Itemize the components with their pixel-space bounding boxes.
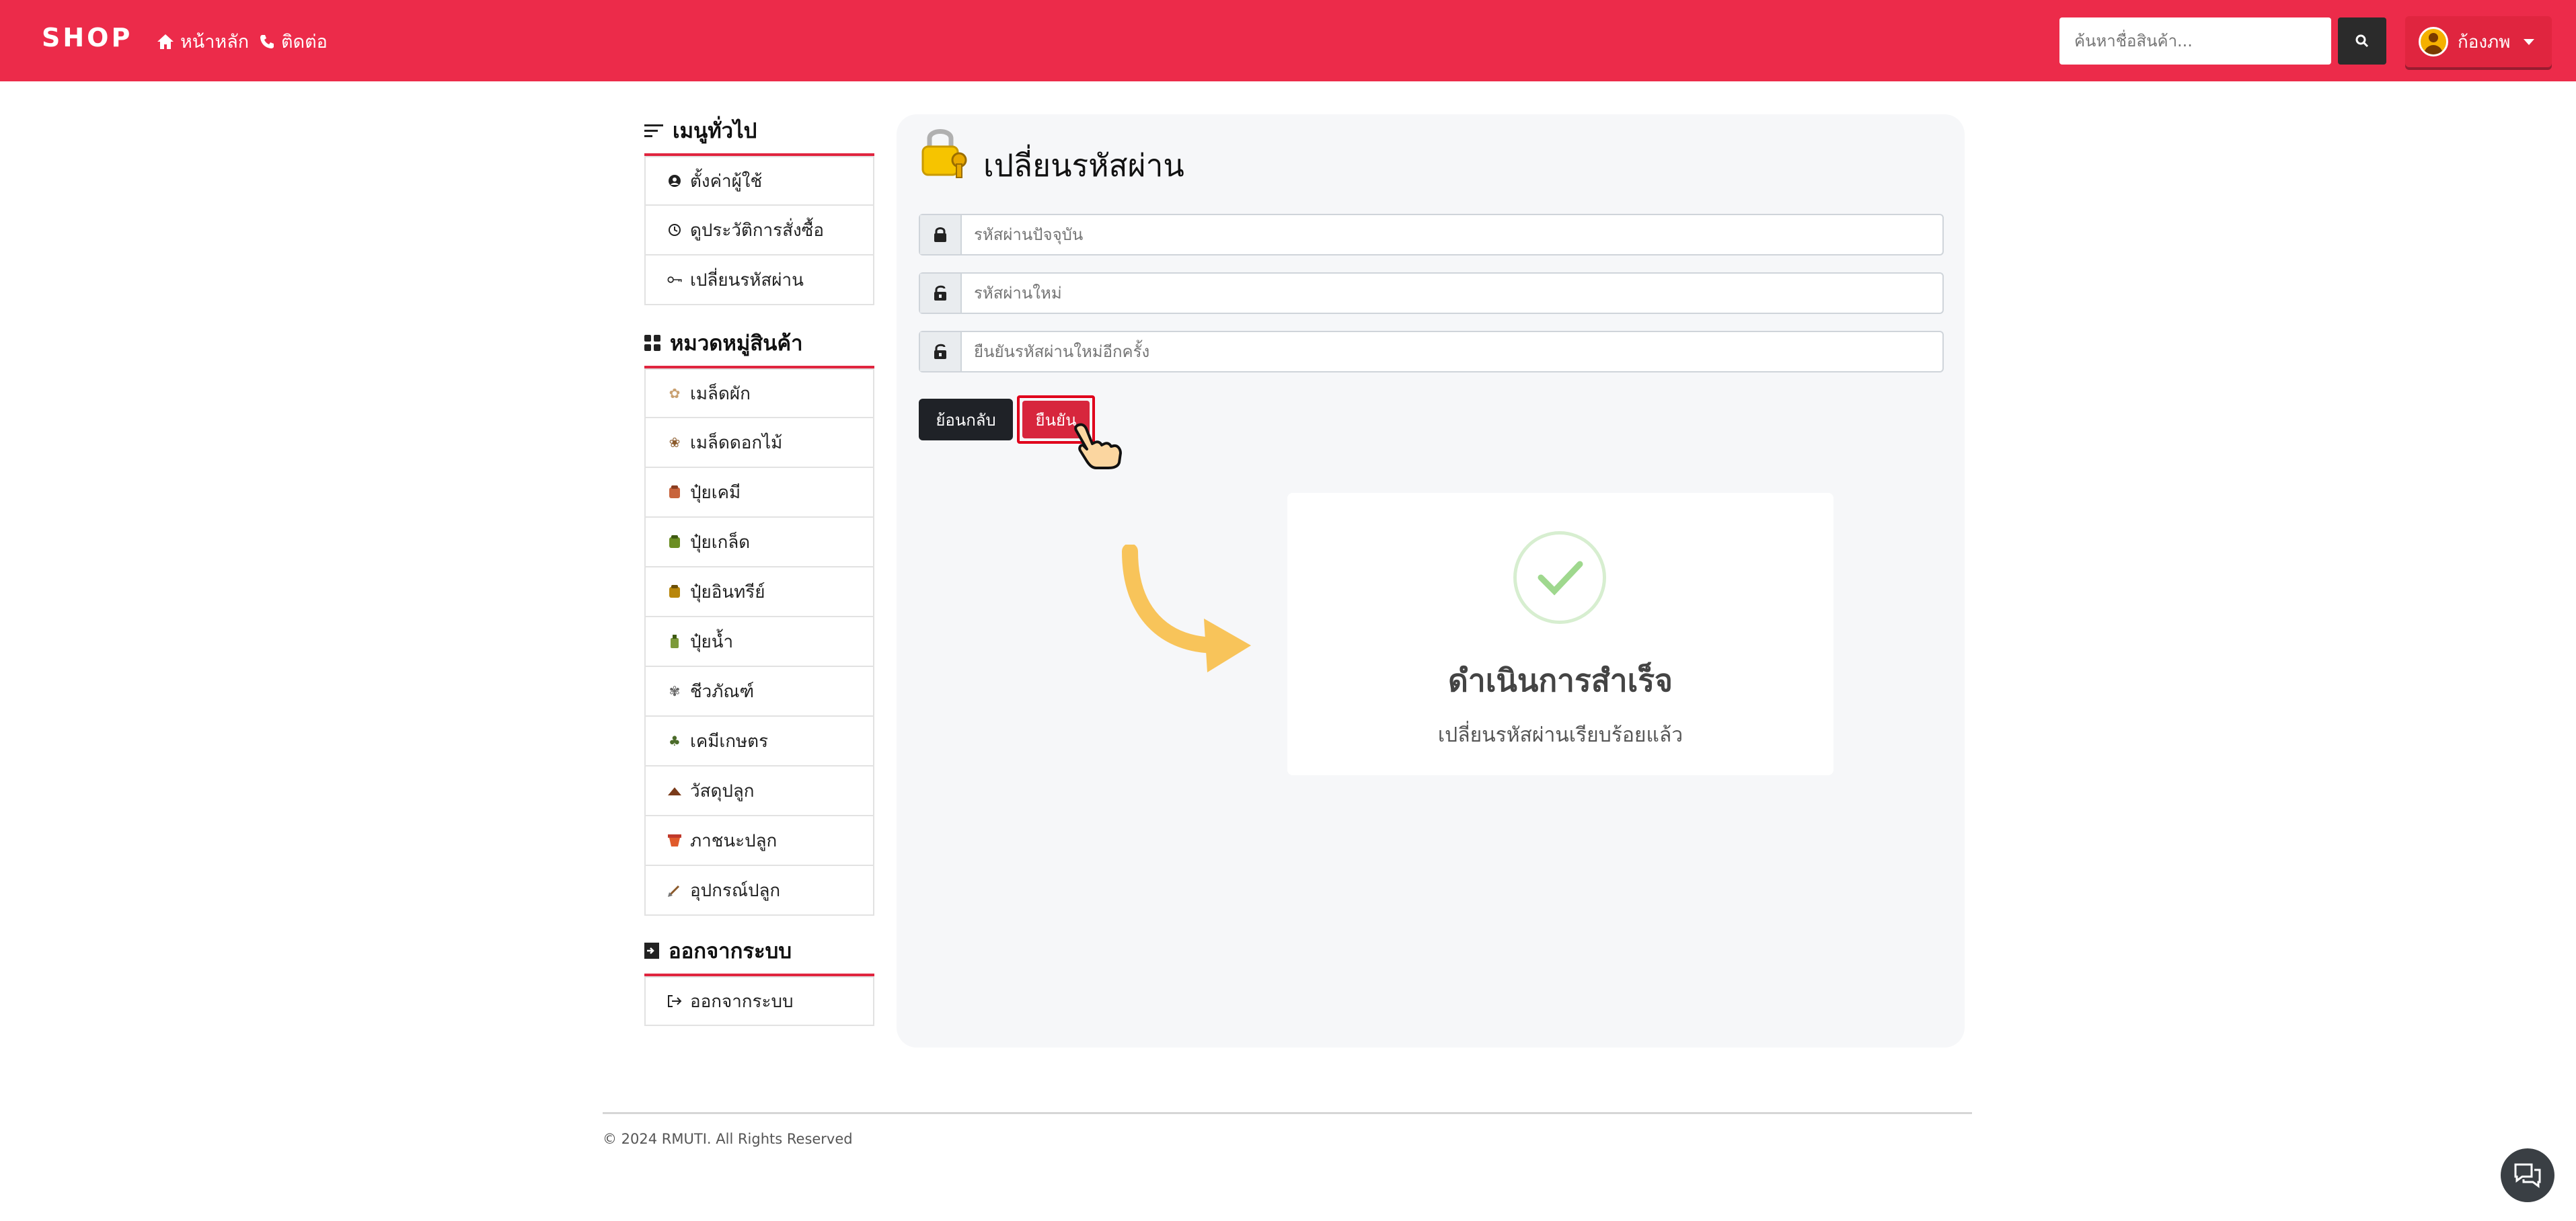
- success-message: เปลี่ยนรหัสผ่านเรียบร้อยแล้ว: [1437, 723, 1683, 747]
- new-password-field: [919, 272, 1944, 314]
- sidebar-item-label: ชีวภัณฑ์: [690, 681, 755, 702]
- sidebar-item-user-settings[interactable]: ตั้งค่าผู้ใช้: [644, 156, 874, 206]
- sidebar-general-title: เมนูทั่วไป: [673, 119, 757, 143]
- sidebar-item-growing-media[interactable]: วัสดุปลูก: [644, 766, 874, 816]
- seeds-icon: ✿: [669, 385, 681, 401]
- sidebar-item-flake-fertilizer[interactable]: ปุ๋ยเกล็ด: [644, 518, 874, 567]
- footer-divider: [603, 1112, 1972, 1114]
- unlock-icon: [920, 332, 962, 371]
- sidebar-item-label: ปุ๋ยน้ำ: [690, 631, 734, 652]
- navbar: SHOP หน้าหลัก ติดต่อ ก้องภพ: [0, 0, 2576, 81]
- sprayer-icon: ♣: [669, 733, 681, 749]
- sidebar-item-label: ออกจากระบบ: [690, 991, 794, 1012]
- pointing-hand-icon: [1074, 423, 1122, 469]
- current-password-input[interactable]: [962, 215, 1942, 254]
- sidebar-item-liquid-fertilizer[interactable]: ปุ๋ยน้ำ: [644, 617, 874, 667]
- current-password-field: [919, 214, 1944, 255]
- fertilizer-bag-icon: [667, 485, 682, 500]
- sidebar-logout-list: ออกจากระบบ: [644, 976, 874, 1026]
- page-title: เปลี่ยนรหัสผ่าน: [983, 147, 1184, 184]
- nav-home-link[interactable]: หน้าหลัก: [157, 27, 249, 56]
- sidebar-item-order-history[interactable]: ดูประวัติการสั่งซื้อ: [644, 206, 874, 255]
- user-circle-icon: [667, 173, 682, 188]
- sidebar-general-list: ตั้งค่าผู้ใช้ ดูประวัติการสั่งซื้อ เปลี่…: [644, 156, 874, 305]
- sidebar-item-label: ตั้งค่าผู้ใช้: [690, 171, 763, 192]
- success-title: ดำเนินการสำเร็จ: [1448, 662, 1673, 699]
- sidebar-item-planting-tools[interactable]: อุปกรณ์ปลูก: [644, 866, 874, 916]
- success-check-icon: [1513, 531, 1606, 624]
- phone-icon: [260, 34, 274, 48]
- search-button[interactable]: [2338, 17, 2386, 65]
- sidebar-item-flower-seeds[interactable]: ❀ เมล็ดดอกไม้: [644, 418, 874, 468]
- home-icon: [157, 34, 174, 49]
- fertilizer-bag-icon: [667, 535, 682, 549]
- sidebar-item-organic-fertilizer[interactable]: ปุ๋ยอินทรีย์: [644, 567, 874, 617]
- sidebar-item-label: อุปกรณ์ปลูก: [690, 880, 781, 901]
- sidebar-item-label: เคมีเกษตร: [690, 731, 769, 752]
- sidebar-item-label: ปุ๋ยอินทรีย์: [690, 582, 765, 602]
- lock-icon: [920, 215, 962, 254]
- pot-icon: [667, 833, 682, 848]
- sidebar-item-label: วัสดุปลูก: [690, 781, 755, 801]
- search-input[interactable]: [2059, 17, 2331, 65]
- sidebar-item-label: เปลี่ยนรหัสผ่าน: [690, 270, 804, 290]
- key-icon: [667, 272, 682, 287]
- chat-icon: [2514, 1163, 2541, 1188]
- sidebar-item-label: เมล็ดดอกไม้: [690, 432, 783, 453]
- bio-product-icon: ✾: [669, 683, 681, 699]
- nav-contact-link[interactable]: ติดต่อ: [260, 27, 328, 56]
- shovel-icon: [667, 883, 682, 898]
- sidebar-categories-header: หมวดหมู่สินค้า: [644, 320, 874, 368]
- bottle-icon: [667, 634, 682, 649]
- search-icon: [2355, 34, 2369, 48]
- nav-contact-label: ติดต่อ: [281, 32, 328, 52]
- door-exit-icon: [644, 943, 659, 959]
- sidebar-item-label: ปุ๋ยเกล็ด: [690, 532, 751, 553]
- menu-lines-icon: [644, 124, 663, 137]
- nav-home-label: หน้าหลัก: [180, 32, 250, 52]
- sidebar-logout-title: ออกจากระบบ: [669, 939, 792, 963]
- sidebar-item-label: ภาชนะปลูก: [690, 830, 778, 851]
- sidebar-logout-header: ออกจากระบบ: [644, 928, 874, 976]
- grid-icon: [644, 335, 660, 351]
- chat-button[interactable]: [2501, 1148, 2554, 1202]
- sidebar-item-plant-pots[interactable]: ภาชนะปลูก: [644, 816, 874, 866]
- sidebar-item-bio-products[interactable]: ✾ ชีวภัณฑ์: [644, 667, 874, 717]
- back-button[interactable]: ย้อนกลับ: [919, 399, 1013, 440]
- user-menu-button[interactable]: ก้องภพ: [2405, 16, 2552, 67]
- user-name: ก้องภพ: [2458, 32, 2511, 52]
- avatar: [2419, 27, 2448, 56]
- history-icon: [667, 223, 682, 237]
- curved-arrow-icon: [1122, 545, 1251, 672]
- confirm-password-field: [919, 331, 1944, 372]
- sidebar-item-chemical-fertilizer[interactable]: ปุ๋ยเคมี: [644, 468, 874, 518]
- brand-logo[interactable]: SHOP: [42, 23, 132, 52]
- copyright-text: © 2024 RMUTI. All Rights Reserved: [603, 1131, 853, 1147]
- sidebar-item-logout[interactable]: ออกจากระบบ: [644, 976, 874, 1026]
- soil-pile-icon: [667, 783, 682, 798]
- fertilizer-bag-icon: [667, 584, 682, 599]
- sidebar-item-label: ดูประวัติการสั่งซื้อ: [690, 220, 824, 241]
- sidebar-item-vegetable-seeds[interactable]: ✿ เมล็ดผัก: [644, 368, 874, 418]
- sidebar-item-agro-chemicals[interactable]: ♣ เคมีเกษตร: [644, 717, 874, 766]
- sidebar-item-change-password[interactable]: เปลี่ยนรหัสผ่าน: [644, 255, 874, 305]
- sidebar-categories-list: ✿ เมล็ดผัก ❀ เมล็ดดอกไม้ ปุ๋ยเคมี ปุ๋ยเกล็…: [644, 368, 874, 916]
- sidebar-item-label: ปุ๋ยเคมี: [690, 482, 741, 503]
- sign-out-icon: [667, 994, 682, 1009]
- flower-pot-icon: ❀: [669, 434, 681, 450]
- chevron-down-icon: [2524, 38, 2535, 45]
- sidebar-categories-title: หมวดหมู่สินค้า: [670, 331, 803, 356]
- unlock-icon: [920, 274, 962, 313]
- sidebar-item-label: เมล็ดผัก: [690, 383, 751, 404]
- confirm-password-input[interactable]: [962, 332, 1942, 371]
- new-password-input[interactable]: [962, 274, 1942, 313]
- sidebar-general-header: เมนูทั่วไป: [644, 108, 874, 156]
- lock-key-icon: [921, 129, 967, 178]
